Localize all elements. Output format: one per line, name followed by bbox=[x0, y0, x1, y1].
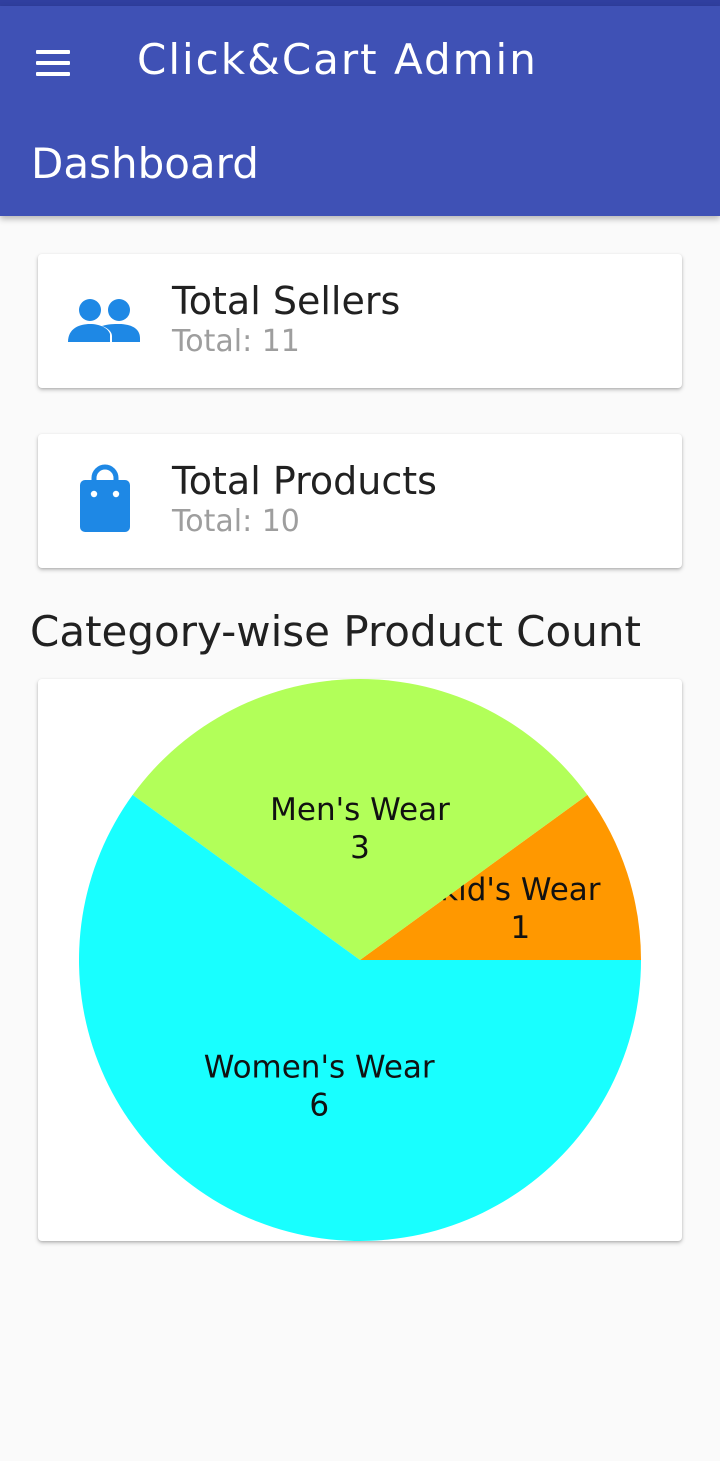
card-title: Total Products bbox=[172, 459, 437, 503]
section-title: Category-wise Product Count bbox=[30, 607, 641, 656]
total-sellers-card[interactable]: Total Sellers Total: 11 bbox=[38, 254, 682, 388]
menu-icon-bar bbox=[36, 72, 70, 76]
slice-value: 6 bbox=[309, 1088, 329, 1124]
app-title: Click&Cart Admin bbox=[137, 35, 538, 84]
card-subtitle: Total: 10 bbox=[172, 504, 300, 539]
card-subtitle: Total: 11 bbox=[172, 324, 300, 359]
people-icon bbox=[68, 299, 140, 342]
pie-chart-card: kid's Wear 1 Men's Wear 3 Women's Wear 6 bbox=[38, 679, 682, 1241]
card-title: Total Sellers bbox=[172, 279, 401, 323]
app-bar: Click&Cart Admin Dashboard bbox=[0, 6, 720, 216]
total-products-card[interactable]: Total Products Total: 10 bbox=[38, 434, 682, 568]
shopping-bag-icon bbox=[80, 464, 130, 532]
slice-value: 1 bbox=[510, 910, 530, 946]
menu-icon bbox=[36, 50, 70, 54]
menu-icon-bar bbox=[36, 61, 70, 65]
pie-chart: kid's Wear1Men's Wear3Women's Wear6 bbox=[78, 679, 641, 1241]
menu-button[interactable] bbox=[36, 50, 70, 76]
slice-value: 3 bbox=[350, 830, 370, 866]
slice-label: Women's Wear bbox=[204, 1050, 435, 1086]
page-title: Dashboard bbox=[31, 139, 259, 188]
slice-label: Men's Wear bbox=[270, 792, 450, 828]
